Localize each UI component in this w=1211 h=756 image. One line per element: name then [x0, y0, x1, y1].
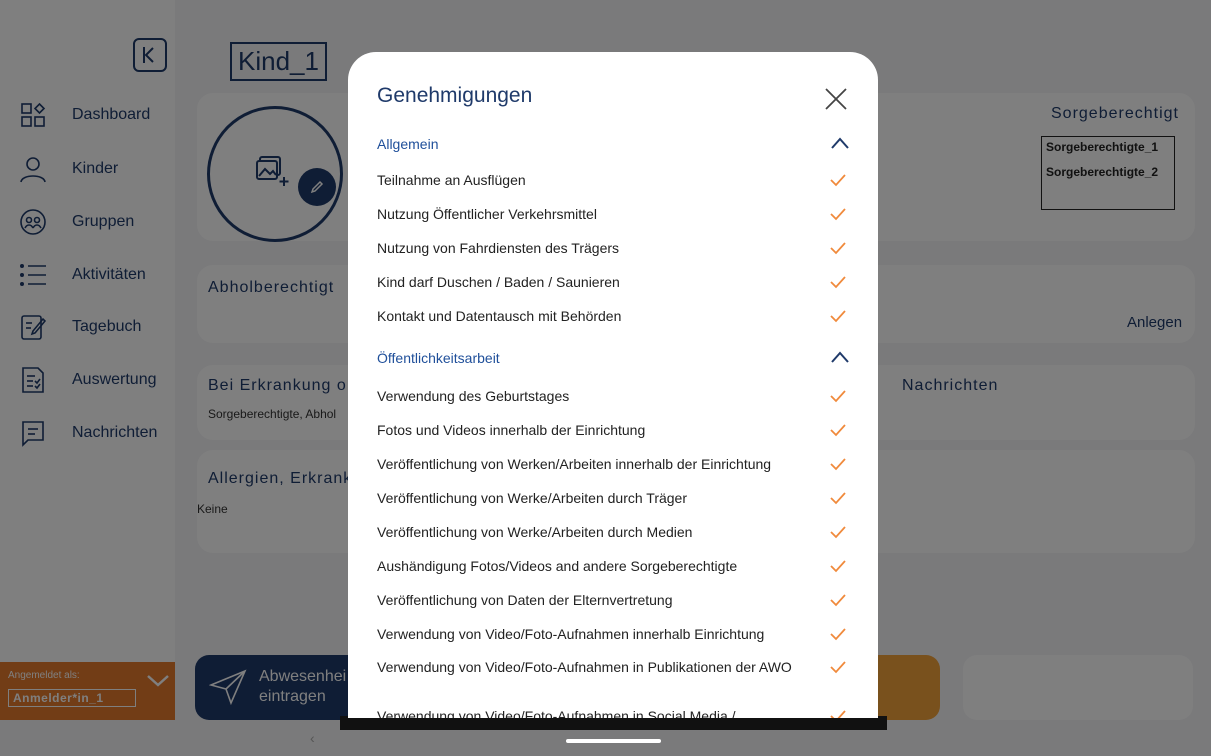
permission-row[interactable]: Kind darf Duschen / Baden / Saunieren	[377, 273, 855, 307]
checkmark-icon[interactable]	[829, 274, 847, 290]
section-allgemein[interactable]: Allgemein	[377, 132, 855, 156]
permission-label: Nutzung Öffentlicher Verkehrsmittel	[377, 206, 597, 222]
checkmark-icon[interactable]	[829, 172, 847, 188]
permission-row[interactable]: Teilnahme an Ausflügen	[377, 171, 855, 205]
permission-label: Veröffentlichung von Daten der Elternver…	[377, 592, 673, 608]
permission-label: Aushändigung Fotos/Videos and andere Sor…	[377, 558, 738, 574]
close-icon[interactable]	[822, 85, 850, 113]
permission-row[interactable]: Fotos und Videos innerhalb der Einrichtu…	[377, 421, 855, 455]
permission-row[interactable]: Aushändigung Fotos/Videos and andere Sor…	[377, 557, 855, 591]
permission-label: Fotos und Videos innerhalb der Einrichtu…	[377, 422, 646, 438]
permission-label: Verwendung von Video/Foto-Aufnahmen in P…	[377, 659, 792, 675]
divider	[340, 716, 887, 730]
checkmark-icon[interactable]	[829, 592, 847, 608]
permission-label: Verwendung von Video/Foto-Aufnahmen inne…	[377, 626, 765, 642]
permission-row[interactable]: Verwendung von Video/Foto-Aufnahmen inne…	[377, 625, 855, 659]
checkmark-icon[interactable]	[829, 524, 847, 540]
checkmark-icon[interactable]	[829, 490, 847, 506]
permission-label: Verwendung von Video/Foto-Aufnahmen in S…	[377, 708, 736, 718]
permission-row[interactable]: Verwendung von Video/Foto-Aufnahmen in P…	[377, 658, 855, 698]
permission-label: Veröffentlichung von Werken/Arbeiten inn…	[377, 456, 772, 472]
checkmark-icon[interactable]	[829, 206, 847, 222]
permission-label: Veröffentlichung von Werke/Arbeiten durc…	[377, 524, 693, 540]
permission-label: Kind darf Duschen / Baden / Saunieren	[377, 274, 620, 290]
modal-title: Genehmigungen	[377, 84, 533, 107]
checkmark-icon[interactable]	[829, 388, 847, 404]
permissions-modal: Genehmigungen Allgemein Teilnahme an Aus…	[348, 52, 878, 718]
permission-label: Teilnahme an Ausflügen	[377, 172, 526, 188]
checkmark-icon[interactable]	[829, 240, 847, 256]
checkmark-icon[interactable]	[829, 659, 847, 675]
checkmark-icon[interactable]	[829, 422, 847, 438]
section-oeffentlichkeitsarbeit[interactable]: Öffentlichkeitsarbeit	[377, 346, 855, 370]
permission-label: Kontakt und Datentausch mit Behörden	[377, 308, 622, 324]
permission-row[interactable]: Veröffentlichung von Werke/Arbeiten durc…	[377, 523, 855, 557]
permission-label: Veröffentlichung von Werke/Arbeiten durc…	[377, 490, 687, 506]
permission-label: Nutzung von Fahrdiensten des Trägers	[377, 240, 620, 256]
permission-row[interactable]: Verwendung von Video/Foto-Aufnahmen in S…	[377, 707, 855, 718]
section-title: Öffentlichkeitsarbeit	[377, 350, 500, 366]
section-title: Allgemein	[377, 136, 439, 152]
permission-row[interactable]: Veröffentlichung von Werke/Arbeiten durc…	[377, 489, 855, 523]
permission-row[interactable]: Verwendung des Geburtstages	[377, 387, 855, 421]
permission-row[interactable]: Veröffentlichung von Werken/Arbeiten inn…	[377, 455, 855, 489]
permission-row[interactable]: Nutzung von Fahrdiensten des Trägers	[377, 239, 855, 273]
checkmark-icon[interactable]	[829, 456, 847, 472]
checkmark-icon[interactable]	[829, 558, 847, 574]
permission-row[interactable]: Veröffentlichung von Daten der Elternver…	[377, 591, 855, 625]
permission-row[interactable]: Kontakt und Datentausch mit Behörden	[377, 307, 855, 341]
chevron-up-icon[interactable]	[829, 134, 851, 152]
home-indicator[interactable]	[566, 739, 661, 743]
permission-label: Verwendung des Geburtstages	[377, 388, 570, 404]
checkmark-icon[interactable]	[829, 308, 847, 324]
checkmark-icon[interactable]	[829, 708, 847, 718]
permission-row[interactable]: Nutzung Öffentlicher Verkehrsmittel	[377, 205, 855, 239]
chevron-up-icon[interactable]	[829, 348, 851, 366]
checkmark-icon[interactable]	[829, 626, 847, 642]
